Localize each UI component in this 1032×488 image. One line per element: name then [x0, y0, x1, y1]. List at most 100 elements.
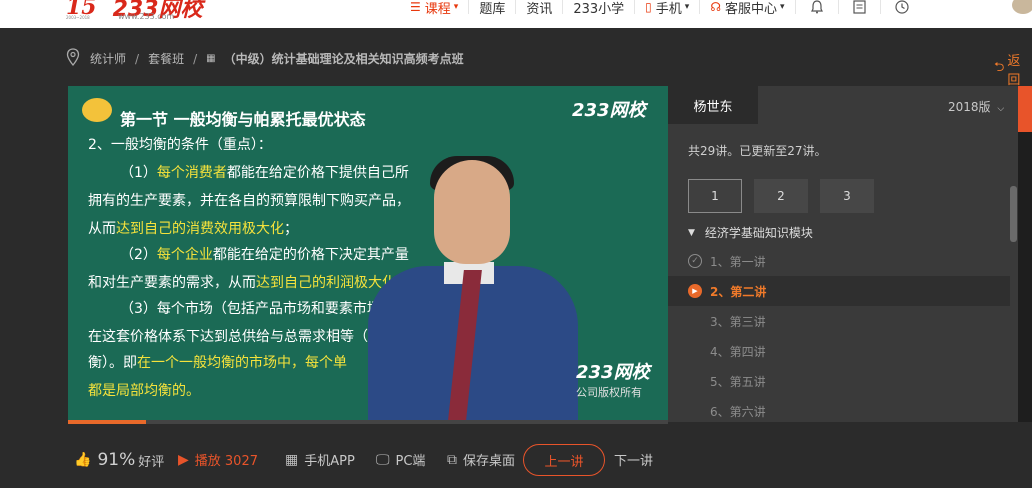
lesson-bullet [688, 314, 702, 328]
nav-mobile-label: 手机 [655, 1, 682, 17]
slide-line: 和对生产要素的需求，从而达到自己的利润极大化； [88, 272, 410, 292]
slide-line: （3）每个市场（包括产品市场和要素市场）都 [120, 298, 409, 318]
tab-teacher[interactable]: 杨世东 [668, 86, 758, 124]
slide-logo: 233网校 [572, 100, 646, 121]
lesson-bullet [688, 344, 702, 358]
mobile-app-link[interactable]: ▦ 手机APP [285, 450, 355, 470]
location-pin-icon [66, 48, 80, 69]
chevron-down-icon: ▾ [453, 2, 459, 12]
rating-value: 91% [97, 450, 136, 470]
lesson-bullet [688, 374, 702, 388]
page-button-2[interactable]: 2 [754, 179, 808, 213]
slide-text-run: 2、一般均衡的条件（重点）： [88, 137, 272, 153]
clock-icon[interactable] [881, 0, 923, 14]
chevron-down-icon: ▾ [684, 2, 690, 12]
slide-highlight: 每个消费者 [156, 165, 227, 181]
bell-icon[interactable] [796, 0, 838, 14]
lesson-item[interactable]: 4、第四讲 [668, 336, 1010, 366]
slide-text-run: 都能在给定的价格下决定其产量 [212, 247, 409, 263]
lesson-label: 1、第一讲 [710, 254, 766, 269]
support-icon: ☊ [710, 0, 721, 14]
side-rail-tab[interactable] [1018, 86, 1032, 132]
lesson-item[interactable]: ▶ 2、第二讲 [668, 276, 1010, 306]
play-circle-icon: ▶ [688, 284, 702, 298]
slide-text-run: （3）每个市场（包括产品市场和要素市场）都 [120, 301, 409, 317]
lesson-label: 2、第二讲 [710, 284, 767, 299]
top-header: 15 233网校 2003~2018 www.233.com ☰ 课程 ▾ 题库… [0, 0, 1032, 28]
breadcrumb-item-statistician[interactable]: 统计师 [90, 50, 126, 67]
lesson-item[interactable]: 3、第三讲 [668, 306, 1010, 336]
page-button-1[interactable]: 1 [688, 179, 742, 213]
slide-text-run: ； [284, 221, 298, 237]
back-button[interactable]: ⮌ 返回 [994, 50, 1032, 88]
playlist-scrollbar[interactable] [1010, 186, 1017, 242]
prev-lesson-button[interactable]: 上一讲 [523, 444, 605, 476]
nav-courses-label: 课程 [424, 1, 451, 17]
grid-icon: ▦ [206, 53, 216, 64]
page-selector: 1 2 3 [688, 179, 886, 213]
slide-line: 拥有的生产要素，并在各自的预算限制下购买产品， [88, 190, 410, 210]
nav-233-school[interactable]: 233小学 [563, 0, 634, 17]
slide-text-run: （2） [120, 247, 157, 263]
brand-site: www.233.com [118, 12, 175, 21]
qr-code-icon: ▦ [285, 451, 299, 468]
play-count: ▶ 播放 3027 [178, 450, 258, 470]
breadcrumb-bar: 统计师 / 套餐班 / ▦ （中级）统计基础理论及相关知识高频考点班 ⮌ 返回 [0, 28, 1032, 88]
lesson-label: 5、第五讲 [710, 374, 766, 389]
bookmark-icon: ⧉ [447, 451, 457, 468]
lesson-label: 3、第三讲 [710, 314, 766, 329]
breadcrumb-separator: / [135, 51, 140, 66]
avatar[interactable] [1012, 0, 1032, 14]
save-desktop-label: 保存桌面 [463, 454, 516, 469]
slide-line: 在这套价格体系下达到总供给与总需求相等（均 [88, 326, 382, 346]
slide-title: 第一节 一般均衡与帕累托最优状态 [120, 110, 366, 129]
lesson-bullet [688, 404, 702, 418]
slide-highlight: 每个企业 [156, 247, 213, 263]
module-header[interactable]: ▼ 经济学基础知识模块 [688, 224, 813, 241]
rating[interactable]: 👍 91% 好评 [74, 450, 164, 470]
rating-label: 好评 [138, 454, 165, 470]
lesson-list: ✓ 1、第一讲 ▶ 2、第二讲 3、第三讲 4、第四讲 5、第五讲 6、第六讲 [668, 246, 1010, 426]
slide-line: （2）每个企业都能在给定的价格下决定其产量 [120, 244, 409, 264]
nav-question-bank[interactable]: 题库 [469, 0, 515, 17]
slide-line: 2、一般均衡的条件（重点）： [88, 134, 272, 154]
nav-support-label: 客服中心 [725, 1, 778, 17]
lesson-item[interactable]: ✓ 1、第一讲 [668, 246, 1010, 276]
pc-client-link[interactable]: 🖵 PC端 [376, 450, 426, 470]
nav-courses[interactable]: ☰ 课程 ▾ [400, 0, 468, 17]
menu-icon: ☰ [410, 0, 421, 14]
next-lesson-button[interactable]: 下一讲 [614, 450, 653, 469]
slide-line: （1）每个消费者都能在给定价格下提供自己所 [120, 162, 409, 182]
breadcrumb: 统计师 / 套餐班 / ▦ （中级）统计基础理论及相关知识高频考点班 [66, 48, 464, 69]
slide-text-run: 和对生产要素的需求，从而 [88, 275, 256, 291]
version-select[interactable]: 2018版 ⌵ [948, 98, 1004, 115]
slide-text-run: 在这套价格体系下达到总供给与总需求相等（均 [88, 329, 382, 345]
page-button-3[interactable]: 3 [820, 179, 874, 213]
version-label: 2018版 [948, 100, 991, 114]
nav-support[interactable]: ☊ 客服中心 ▾ [700, 0, 794, 17]
slide-text-run: 从而 [88, 221, 116, 237]
slide-line: 都是局部均衡的。 [88, 380, 200, 400]
lesson-item[interactable]: 6、第六讲 [668, 396, 1010, 426]
save-desktop-link[interactable]: ⧉ 保存桌面 [447, 450, 516, 470]
notes-icon[interactable] [839, 0, 880, 14]
lesson-label: 4、第四讲 [710, 344, 766, 359]
module-title: 经济学基础知识模块 [704, 226, 813, 240]
nav-mobile[interactable]: ▯ 手机 ▾ [635, 0, 699, 17]
side-rail [1018, 86, 1032, 422]
slide-text-run: （1） [120, 165, 157, 181]
lesson-item[interactable]: 5、第五讲 [668, 366, 1010, 396]
breadcrumb-separator: / [193, 51, 198, 66]
top-nav: ☰ 课程 ▾ 题库 资讯 233小学 ▯ 手机 ▾ ☊ 客服中心 ▾ [400, 0, 923, 17]
video-player[interactable]: 第一节 一般均衡与帕累托最优状态 233网校 2、一般均衡的条件（重点）： （1）… [68, 86, 668, 420]
nav-news[interactable]: 资讯 [516, 0, 562, 17]
slide-text-run: 拥有的生产要素，并在各自的预算限制下购买产品， [88, 193, 410, 209]
slide-highlight: 达到自己的消费效用极大化 [116, 221, 284, 237]
pc-client-label: PC端 [395, 454, 426, 469]
check-circle-icon: ✓ [688, 254, 702, 268]
mobile-app-label: 手机APP [304, 454, 355, 469]
thumbs-up-icon: 👍 [74, 452, 92, 468]
breadcrumb-item-package[interactable]: 套餐班 [148, 50, 184, 67]
video-copyright: 公司版权所有 [576, 386, 642, 399]
presenter-head [434, 160, 510, 264]
